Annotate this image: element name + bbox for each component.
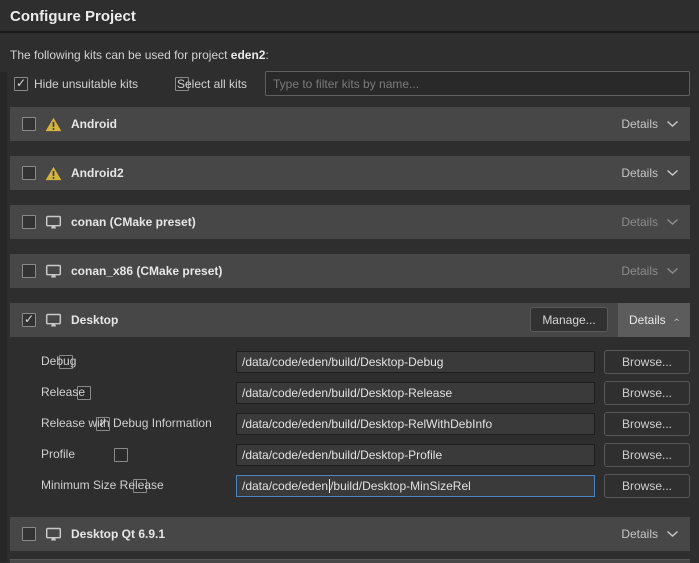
desktop-icon	[45, 215, 62, 230]
kit-desktop-checkbox[interactable]: ✓	[22, 313, 36, 327]
kit-row-desktop-qt: Desktop Qt 6.9.1 Details	[10, 517, 690, 551]
kit-name: Desktop	[71, 313, 118, 327]
config-relwithdebinfo-path-input[interactable]	[236, 413, 595, 435]
kit-conan-x86-details-button[interactable]: Details	[610, 254, 690, 288]
kit-name: conan (CMake preset)	[71, 215, 196, 229]
kit-conan-checkbox[interactable]	[22, 215, 36, 229]
kit-desktop-qt-checkbox[interactable]	[22, 527, 36, 541]
kit-android-checkbox[interactable]	[22, 117, 36, 131]
kit-desktop-details-button[interactable]: Details	[618, 303, 690, 337]
config-minsizerel-label: Minimum Size Release	[41, 478, 164, 492]
kit-android2-details-button[interactable]: Details	[610, 156, 690, 190]
config-profile-path-input[interactable]	[236, 444, 595, 466]
kit-name: Android2	[71, 166, 124, 180]
desktop-icon	[45, 313, 62, 328]
chevron-up-icon	[674, 316, 679, 324]
page-title: Configure Project	[10, 8, 136, 25]
manage-kits-button[interactable]: Manage...	[530, 307, 608, 332]
config-profile-browse-button[interactable]: Browse...	[604, 443, 690, 467]
title-separator	[0, 31, 699, 33]
kit-filter-input[interactable]	[265, 71, 690, 96]
kit-row-partial	[10, 559, 690, 563]
desktop-icon	[45, 527, 62, 542]
config-minsizerel-path-input[interactable]: /data/code/eden/build/Desktop-MinSizeRel	[236, 475, 595, 497]
config-minsizerel-browse-button[interactable]: Browse...	[604, 474, 690, 498]
chevron-down-icon	[666, 530, 679, 538]
kit-name: Android	[71, 117, 117, 131]
chevron-down-icon	[666, 169, 679, 177]
checkmark-icon: ✓	[16, 76, 26, 90]
kit-row-android: Android Details	[10, 107, 690, 141]
config-release-label: Release	[41, 385, 85, 399]
kit-row-desktop: ✓ Desktop Manage... Details	[10, 303, 690, 337]
select-all-kits-label: Select all kits	[177, 77, 247, 91]
config-profile-label: Profile	[41, 447, 75, 461]
checkmark-icon: ✓	[24, 312, 34, 326]
config-release-path-input[interactable]	[236, 382, 595, 404]
kit-row-android2: Android2 Details	[10, 156, 690, 190]
chevron-down-icon	[666, 218, 679, 226]
desktop-icon	[45, 264, 62, 279]
warning-icon	[45, 166, 62, 181]
intro-text: The following kits can be used for proje…	[10, 48, 269, 62]
config-relwithdebinfo-label: Release with Debug Information	[41, 416, 212, 430]
scroll-area-edge	[0, 72, 7, 562]
hide-unsuitable-kits-label: Hide unsuitable kits	[34, 77, 138, 91]
hide-unsuitable-kits-checkbox[interactable]: ✓	[14, 77, 28, 91]
config-debug-browse-button[interactable]: Browse...	[604, 350, 690, 374]
kit-android2-checkbox[interactable]	[22, 166, 36, 180]
kit-row-conan-x86: conan_x86 (CMake preset) Details	[10, 254, 690, 288]
warning-icon	[45, 117, 62, 132]
kit-name: conan_x86 (CMake preset)	[71, 264, 222, 278]
kit-conan-details-button[interactable]: Details	[610, 205, 690, 239]
kit-desktop-qt-details-button[interactable]: Details	[610, 517, 690, 551]
chevron-down-icon	[666, 267, 679, 275]
project-name: eden2	[231, 48, 266, 62]
config-release-browse-button[interactable]: Browse...	[604, 381, 690, 405]
kit-conan-x86-checkbox[interactable]	[22, 264, 36, 278]
config-debug-label: Debug	[41, 354, 76, 368]
kit-android-details-button[interactable]: Details	[610, 107, 690, 141]
config-debug-path-input[interactable]	[236, 351, 595, 373]
kit-row-conan: conan (CMake preset) Details	[10, 205, 690, 239]
config-profile-checkbox[interactable]	[114, 448, 128, 462]
config-relwithdebinfo-browse-button[interactable]: Browse...	[604, 412, 690, 436]
kit-name: Desktop Qt 6.9.1	[71, 527, 165, 541]
chevron-down-icon	[666, 120, 679, 128]
